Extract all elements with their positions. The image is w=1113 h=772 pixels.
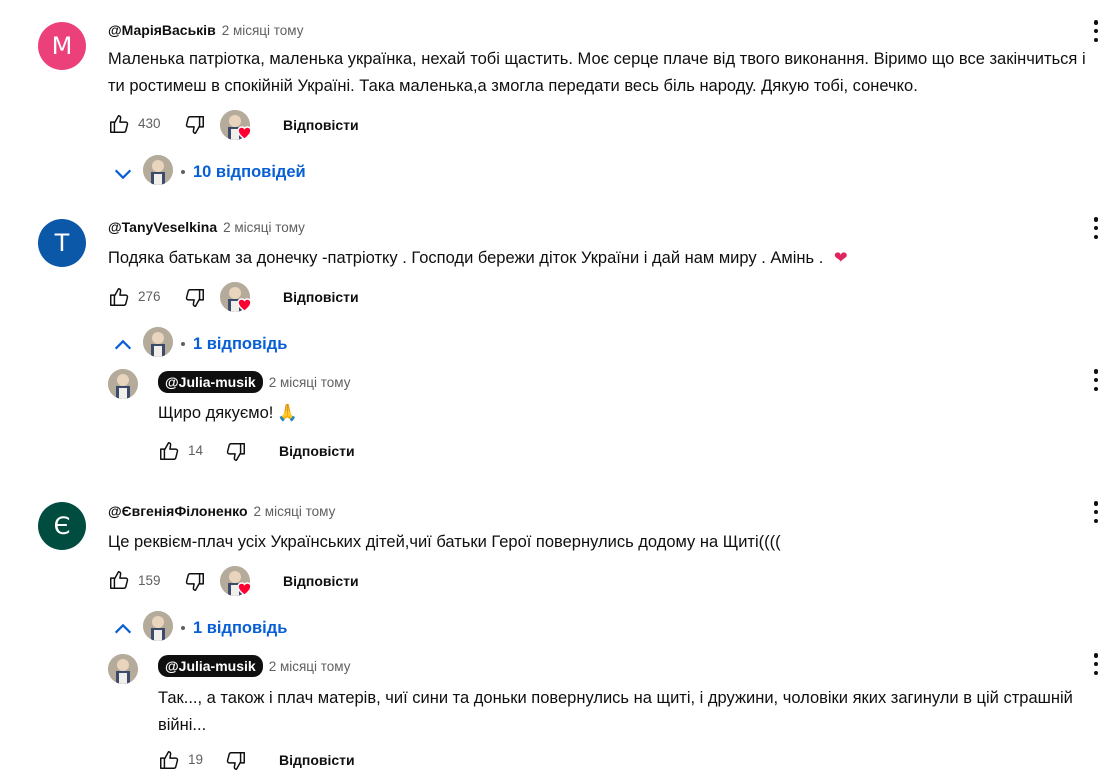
reply-button[interactable]: Відповісти (283, 117, 359, 133)
thumbs-up-icon[interactable] (108, 286, 130, 308)
hide-replies-button[interactable]: 1 відповідь (193, 335, 287, 354)
reply-text: Щиро дякуємо! (158, 404, 274, 422)
reply-text: Так..., а також і плач матерів, чиї сини… (158, 689, 1073, 734)
creator-author-badge[interactable]: @Julia-musik (158, 655, 263, 677)
more-vertical-icon[interactable] (1092, 501, 1100, 523)
thumbs-down-icon[interactable] (184, 571, 206, 593)
thumbs-up-icon[interactable] (108, 113, 130, 135)
comment-time[interactable]: 2 місяці тому (222, 23, 304, 38)
avatar[interactable]: T (38, 219, 86, 267)
pray-emoji: 🙏 (277, 404, 298, 422)
reply-button[interactable]: Відповісти (283, 289, 359, 305)
comment-header: @ЄвгеніяФілоненко 2 місяці тому (108, 503, 335, 521)
reply-header: @Julia-musik 2 місяці тому (158, 371, 351, 393)
avatar-letter: M (51, 32, 73, 60)
avatar[interactable] (108, 369, 138, 399)
chevron-up-icon[interactable] (112, 334, 134, 356)
like-count: 159 (138, 573, 161, 588)
thumbs-down-icon[interactable] (184, 114, 206, 136)
creator-heart-badge (220, 110, 254, 142)
creator-heart-badge (220, 566, 254, 598)
separator-dot (181, 626, 185, 630)
more-vertical-icon[interactable] (1092, 217, 1100, 239)
avatar[interactable]: Є (38, 502, 86, 550)
more-vertical-icon[interactable] (1092, 369, 1100, 391)
thumbs-up-icon[interactable] (158, 440, 180, 462)
like-count: 430 (138, 116, 161, 131)
author-name[interactable]: @TanyVeselkina (108, 219, 217, 235)
avatar (143, 327, 173, 357)
heart-emoji: ❤ (833, 249, 848, 267)
reply-button[interactable]: Відповісти (279, 752, 355, 768)
thumbs-down-icon[interactable] (225, 441, 247, 463)
show-replies-button[interactable]: 10 відповідей (193, 163, 306, 182)
thumbs-up-icon[interactable] (108, 569, 130, 591)
creator-heart-badge (220, 282, 254, 314)
like-count: 19 (188, 752, 204, 767)
more-vertical-icon[interactable] (1092, 20, 1100, 42)
comment-time[interactable]: 2 місяці тому (223, 220, 305, 235)
creator-author-badge[interactable]: @Julia-musik (158, 371, 263, 393)
like-count: 14 (188, 443, 204, 458)
avatar[interactable] (108, 654, 138, 684)
reply-header: @Julia-musik 2 місяці тому (158, 655, 351, 677)
thumbs-up-icon[interactable] (158, 749, 180, 771)
comment-text: Подяка батькам за донечку -патріотку . Г… (108, 249, 824, 267)
separator-dot (181, 342, 185, 346)
comment-header: @TanyVeselkina 2 місяці тому (108, 219, 305, 237)
reply-button[interactable]: Відповісти (283, 573, 359, 589)
author-name[interactable]: @МаріяВаськів (108, 22, 216, 38)
thumbs-down-icon[interactable] (225, 750, 247, 772)
more-vertical-icon[interactable] (1092, 653, 1100, 675)
avatar (143, 155, 173, 185)
heart-icon (236, 296, 253, 312)
avatar-letter: T (54, 229, 70, 257)
avatar (143, 611, 173, 641)
reply-text-row: Щиро дякуємо! 🙏 (158, 400, 298, 427)
comment-text: Це реквієм-плач усіх Українських дітей,ч… (108, 533, 781, 551)
author-name[interactable]: @ЄвгеніяФілоненко (108, 503, 248, 519)
avatar[interactable]: M (38, 22, 86, 70)
comment-text-row: Подяка батькам за донечку -патріотку . Г… (108, 245, 848, 272)
chevron-down-icon[interactable] (112, 163, 134, 185)
like-count: 276 (138, 289, 161, 304)
comment-header: @МаріяВаськів 2 місяці тому (108, 22, 304, 40)
reply-button[interactable]: Відповісти (279, 443, 355, 459)
avatar-letter: Є (53, 512, 71, 540)
separator-dot (181, 170, 185, 174)
heart-icon (236, 580, 253, 596)
heart-icon (236, 124, 253, 140)
comment-text: Маленька патріотка, маленька українка, н… (108, 50, 1086, 95)
hide-replies-button[interactable]: 1 відповідь (193, 619, 287, 638)
chevron-up-icon[interactable] (112, 618, 134, 640)
comment-time[interactable]: 2 місяці тому (269, 375, 351, 390)
thumbs-down-icon[interactable] (184, 287, 206, 309)
comment-time[interactable]: 2 місяці тому (269, 659, 351, 674)
comment-time[interactable]: 2 місяці тому (254, 504, 336, 519)
